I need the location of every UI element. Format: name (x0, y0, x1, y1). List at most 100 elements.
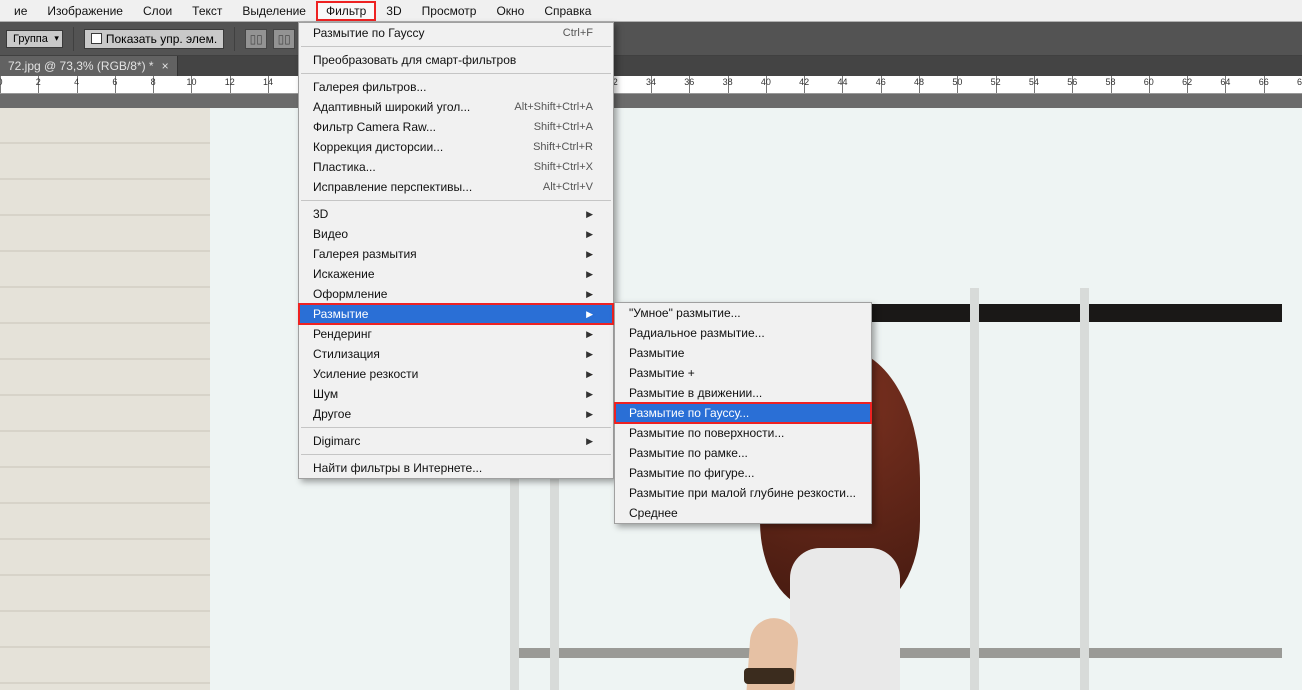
menu-item-label: Пластика... (313, 160, 376, 174)
submenu-arrow-icon (586, 269, 593, 280)
menubar-item-image[interactable]: Изображение (37, 1, 133, 21)
menu-item-label: Размытие (313, 307, 368, 321)
menu-item-label: Галерея фильтров... (313, 80, 426, 94)
filter-menu-item[interactable]: Другое (299, 404, 613, 424)
align-left-icon[interactable]: ▯▯ (245, 29, 267, 49)
blur-submenu-item[interactable]: Размытие + (615, 363, 871, 383)
close-icon[interactable]: × (162, 59, 169, 73)
ruler-tick-label: 36 (684, 77, 694, 87)
menu-item-label: Шум (313, 387, 338, 401)
separator (73, 27, 74, 51)
photo-figure-body (790, 548, 900, 690)
document-tab[interactable]: 72.jpg @ 73,3% (RGB/8*) * × (0, 56, 178, 76)
filter-menu-item[interactable]: Размытие по ГауссуCtrl+F (299, 23, 613, 43)
menu-item-shortcut: Shift+Ctrl+X (534, 161, 593, 173)
menubar-item-window[interactable]: Окно (486, 1, 534, 21)
filter-menu-item[interactable]: Преобразовать для смарт-фильтров (299, 50, 613, 70)
menubar-item-select[interactable]: Выделение (232, 1, 316, 21)
photo-figure-bracelet (744, 668, 794, 684)
menubar-item-3d[interactable]: 3D (376, 1, 411, 21)
filter-menu-item[interactable]: Исправление перспективы...Alt+Ctrl+V (299, 177, 613, 197)
menu-item-label: 3D (313, 207, 328, 221)
ruler-tick-label: 2 (36, 77, 41, 87)
menu-separator (301, 427, 611, 428)
filter-menu-item[interactable]: Размытие (299, 304, 613, 324)
ruler-tick-label: 4 (74, 77, 79, 87)
ruler-tick-label: 34 (646, 77, 656, 87)
ruler-tick-label: 66 (1259, 77, 1269, 87)
blur-submenu-item[interactable]: Размытие по Гауссу... (615, 403, 871, 423)
ruler-tick-label: 48 (914, 77, 924, 87)
filter-menu-item[interactable]: Коррекция дисторсии...Shift+Ctrl+R (299, 137, 613, 157)
menu-item-label: Радиальное размытие... (629, 326, 765, 340)
filter-menu-item[interactable]: Шум (299, 384, 613, 404)
menu-item-shortcut: Ctrl+F (563, 27, 593, 39)
menu-separator (301, 73, 611, 74)
menu-item-label: Преобразовать для смарт-фильтров (313, 53, 516, 67)
menu-item-label: Фильтр Camera Raw... (313, 120, 436, 134)
ruler-tick-label: 58 (1106, 77, 1116, 87)
checkbox-icon (91, 33, 102, 44)
menu-item-label: Видео (313, 227, 348, 241)
menubar-item-filter[interactable]: Фильтр (316, 1, 376, 21)
blur-submenu-item[interactable]: Размытие при малой глубине резкости... (615, 483, 871, 503)
group-select[interactable]: Группа (6, 30, 63, 48)
filter-menu-item[interactable]: Усиление резкости (299, 364, 613, 384)
menu-item-label: Исправление перспективы... (313, 180, 472, 194)
blur-submenu-item[interactable]: Размытие (615, 343, 871, 363)
blur-submenu-item[interactable]: "Умное" размытие... (615, 303, 871, 323)
filter-menu-item[interactable]: Фильтр Camera Raw...Shift+Ctrl+A (299, 117, 613, 137)
blur-submenu-item[interactable]: Среднее (615, 503, 871, 523)
show-elements-toggle[interactable]: Показать упр. элем. (84, 29, 224, 49)
ruler-tick-label: 38 (723, 77, 733, 87)
menu-item-label: Другое (313, 407, 351, 421)
filter-menu-item[interactable]: 3D (299, 204, 613, 224)
ruler-tick-label: 62 (1182, 77, 1192, 87)
menubar-item-edit[interactable]: ие (4, 1, 37, 21)
submenu-arrow-icon (586, 436, 593, 447)
filter-menu-item[interactable]: Стилизация (299, 344, 613, 364)
filter-menu-item[interactable]: Пластика... Shift+Ctrl+X (299, 157, 613, 177)
menu-item-label: Стилизация (313, 347, 380, 361)
align-center-icon[interactable]: ▯▯ (273, 29, 295, 49)
menubar-item-view[interactable]: Просмотр (412, 1, 487, 21)
ruler-tick-label: 12 (225, 77, 235, 87)
menu-item-label: Усиление резкости (313, 367, 418, 381)
menu-item-label: Digimarc (313, 434, 360, 448)
filter-menu-item[interactable]: Видео (299, 224, 613, 244)
filter-menu-item[interactable]: Digimarc (299, 431, 613, 451)
blur-submenu-item[interactable]: Размытие в движении... (615, 383, 871, 403)
blur-submenu-item[interactable]: Размытие по фигуре... (615, 463, 871, 483)
ruler-tick-label: 68 (1297, 77, 1302, 87)
submenu-arrow-icon (586, 209, 593, 220)
filter-menu-item[interactable]: Найти фильтры в Интернете... (299, 458, 613, 478)
photo-wall (0, 108, 210, 690)
menu-item-label: Размытие (629, 346, 684, 360)
ruler-tick-label: 54 (1029, 77, 1039, 87)
filter-menu: Размытие по ГауссуCtrl+F Преобразовать дл… (298, 22, 614, 479)
ruler-tick-label: 64 (1220, 77, 1230, 87)
menu-item-label: Коррекция дисторсии... (313, 140, 443, 154)
horizontal-ruler: 0246810121416182022242628303234363840424… (0, 76, 1302, 94)
blur-submenu-item[interactable]: Радиальное размытие... (615, 323, 871, 343)
photo-window-mullion (970, 288, 979, 690)
filter-menu-item[interactable]: Галерея фильтров... (299, 77, 613, 97)
filter-menu-item[interactable]: Искажение (299, 264, 613, 284)
menubar-item-layers[interactable]: Слои (133, 1, 182, 21)
menubar-item-text[interactable]: Текст (182, 1, 232, 21)
submenu-arrow-icon (586, 349, 593, 360)
filter-menu-item[interactable]: Адаптивный широкий угол...Alt+Shift+Ctrl… (299, 97, 613, 117)
menubar-item-help[interactable]: Справка (534, 1, 601, 21)
filter-menu-item[interactable]: Рендеринг (299, 324, 613, 344)
menu-item-shortcut: Alt+Shift+Ctrl+A (514, 101, 593, 113)
ruler-tick-label: 56 (1067, 77, 1077, 87)
menu-item-label: Галерея размытия (313, 247, 417, 261)
blur-submenu-item[interactable]: Размытие по поверхности... (615, 423, 871, 443)
filter-menu-item[interactable]: Оформление (299, 284, 613, 304)
menu-item-label: Размытие по Гауссу... (629, 406, 749, 420)
filter-menu-item[interactable]: Галерея размытия (299, 244, 613, 264)
ruler-tick-label: 50 (952, 77, 962, 87)
menu-item-label: Найти фильтры в Интернете... (313, 461, 482, 475)
ruler-tick-label: 52 (991, 77, 1001, 87)
blur-submenu-item[interactable]: Размытие по рамке... (615, 443, 871, 463)
